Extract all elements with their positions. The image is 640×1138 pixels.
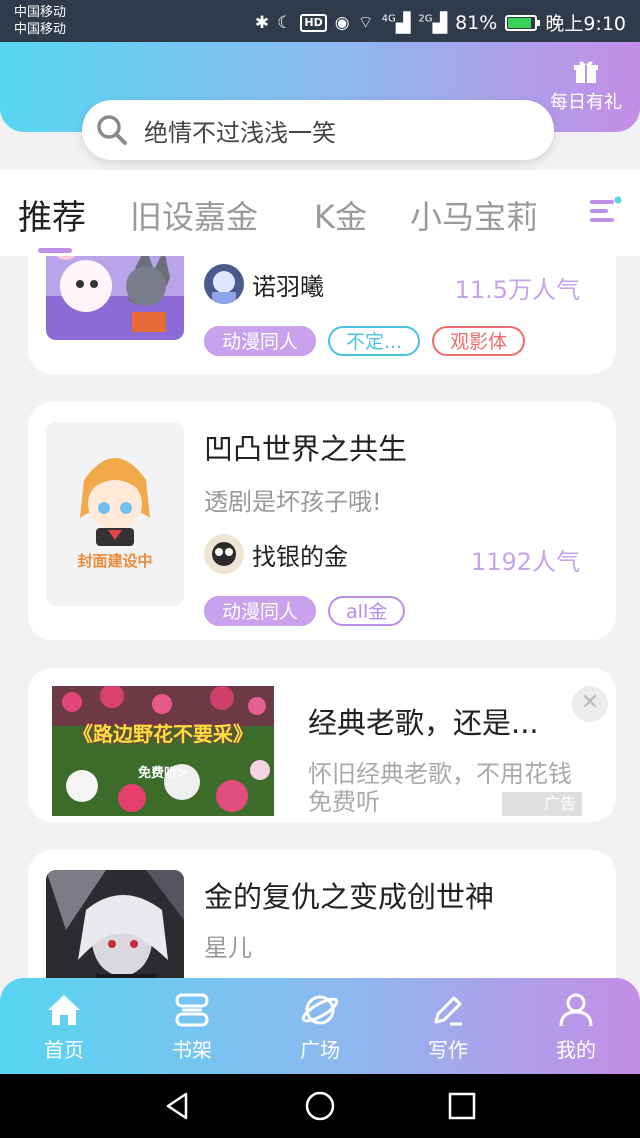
nav-me[interactable]: 我的 [526,990,626,1063]
cover-placeholder-text: 封面建设中 [77,552,153,570]
carrier-1: 中国移动 [14,5,67,20]
ad-label-text: 广告 [543,794,576,813]
popularity-count: 1192人气 [470,548,580,576]
story-cover-image[interactable]: 封面建设中 [46,422,184,606]
search-query: 绝情不过浅浅一笑 [144,118,336,147]
author-row: 诺羽曦 [204,264,324,304]
planet-icon [301,995,339,1025]
tag[interactable]: 不定... [328,326,421,356]
tag-list: 动漫同人 不定... 观影体 [204,326,526,356]
author-avatar[interactable] [204,534,244,574]
signal-1-icon: 4G▟ [381,11,411,34]
status-time: 晚上9:10 [545,13,626,35]
system-navigation-bar [0,1074,640,1138]
ad-banner-title: 《路边野花不要采》 [73,722,253,746]
nav-me-label: 我的 [556,1038,596,1062]
carrier-info: 中国移动 中国移动 [14,4,66,38]
daily-gift-label: 每日有礼 [550,92,622,113]
home-icon [48,995,80,1025]
hd-icon: HD [300,13,327,32]
pen-icon [434,996,462,1026]
signal-2-icon: 2G▟ [418,11,448,34]
status-bar: 中国移动 中国移动 ✱ ☾ HD ◉ ⌔ 4G▟ 2G▟ 81% 晚上9:10 [0,0,640,42]
category-tabs: 推荐 旧设嘉金 K金 小马宝莉 [0,170,640,256]
story-title[interactable]: 凹凸世界之共生 [204,426,407,468]
category-menu-icon[interactable] [590,194,624,228]
home-circle-icon[interactable] [304,1090,336,1122]
recent-apps-icon[interactable] [446,1090,478,1122]
nav-home[interactable]: 首页 [14,990,114,1063]
nav-square-label: 广场 [300,1038,340,1062]
active-tab-indicator [38,248,72,253]
tab-jiu-she-jia-jin[interactable]: 旧设嘉金 [130,192,258,238]
story-cover-image[interactable] [46,870,184,978]
popularity-count: 11.5万人气 [454,276,580,304]
user-icon [559,993,593,1027]
story-feed[interactable]: 诺羽曦 11.5万人气 动漫同人 不定... 观影体 封面建设中 凹凸世界之共生… [0,256,640,978]
search-icon [97,115,127,145]
nav-square[interactable]: 广场 [270,990,370,1063]
tab-recommend[interactable]: 推荐 [18,190,86,239]
author-name[interactable]: 诺羽曦 [252,267,324,302]
bottom-navigation: 首页 书架 广场 写作 我的 [0,978,640,1074]
tag[interactable]: 动漫同人 [204,326,317,356]
wifi-icon: ⌔ [357,13,374,33]
story-description: 透剧是坏孩子哦! [204,488,382,516]
bluetooth-icon: ✱ [254,12,270,33]
back-icon[interactable] [162,1090,194,1122]
daily-gift-button[interactable]: 每日有礼 [550,58,622,114]
tag[interactable]: all金 [328,596,406,626]
tag[interactable]: 观影体 [432,326,526,356]
ad-title[interactable]: 经典老歌，还是... [308,700,539,742]
story-card[interactable]: 诺羽曦 11.5万人气 动漫同人 不定... 观影体 [28,256,616,374]
status-icons: ✱ ☾ HD ◉ ⌔ 4G▟ 2G▟ 81% 晚上9:10 [255,9,626,36]
gift-icon [574,61,598,83]
author-row: 找银的金 [204,534,348,574]
bookshelf-icon [175,993,209,1027]
ad-label-badge: 广告 [502,792,582,816]
nav-bookshelf[interactable]: 书架 [142,990,242,1063]
search-bar[interactable]: 绝情不过浅浅一笑 [82,100,554,160]
tag[interactable]: 动漫同人 [204,596,317,626]
eye-icon: ◉ [334,12,350,33]
author-name[interactable]: 找银的金 [252,537,348,572]
tab-k-jin[interactable]: K金 [314,192,367,238]
story-card[interactable]: 金的复仇之变成创世神 星儿 [28,850,616,978]
moon-icon: ☾ [277,12,293,33]
story-cover-image[interactable] [46,256,184,340]
battery-fill [508,17,531,28]
carrier-2: 中国移动 [14,22,67,37]
story-description: 星儿 [204,934,252,962]
nav-bookshelf-label: 书架 [172,1038,212,1062]
story-card[interactable]: 封面建设中 凹凸世界之共生 透剧是坏孩子哦! 找银的金 1192人气 动漫同人 … [28,402,616,640]
ad-banner-subtitle: 免费听> [138,766,188,781]
nav-write-label: 写作 [428,1038,468,1062]
battery-icon [505,14,541,31]
nav-write[interactable]: 写作 [398,990,498,1063]
tab-my-little-pony[interactable]: 小马宝莉 [410,192,538,238]
nav-home-label: 首页 [44,1038,84,1062]
tag-list: 动漫同人 all金 [204,596,406,626]
battery-percent: 81% [455,11,498,34]
author-avatar[interactable] [204,264,244,304]
close-icon[interactable]: ✕ [572,686,608,722]
ad-card[interactable]: 《路边野花不要采》 免费听> 经典老歌，还是... 怀旧经典老歌，不用花钱免费听… [28,668,616,822]
story-title[interactable]: 金的复仇之变成创世神 [204,874,494,916]
ad-banner-image[interactable]: 《路边野花不要采》 免费听> [52,686,274,816]
